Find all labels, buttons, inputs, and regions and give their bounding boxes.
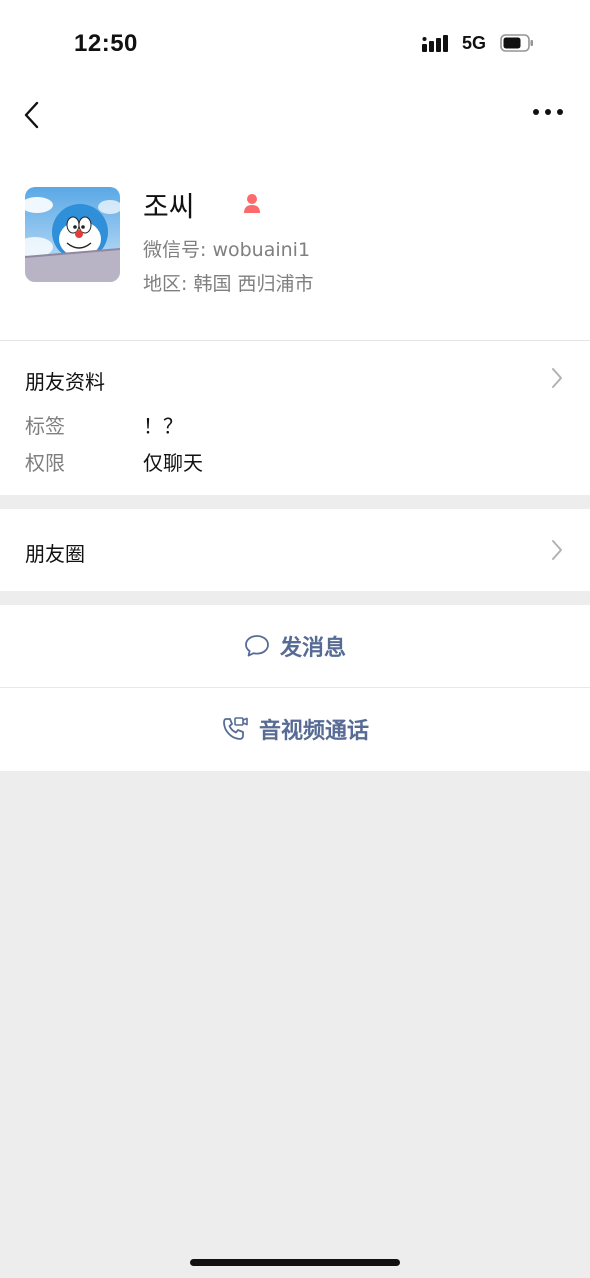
actions-section: 发消息 音视频通话 xyxy=(0,605,590,771)
send-message-label: 发消息 xyxy=(279,636,346,661)
send-message-button[interactable]: 发消息 xyxy=(0,605,590,687)
signal-icon xyxy=(422,35,448,52)
status-bar: 12:50 5G xyxy=(0,0,590,88)
region: 地区: 韩国 西归浦市 xyxy=(143,273,314,295)
battery-icon xyxy=(500,34,533,52)
female-icon xyxy=(244,194,260,213)
home-indicator xyxy=(190,1259,400,1266)
permission-value: 仅聊天 xyxy=(143,451,203,475)
contact-name: 조씨 xyxy=(143,190,195,223)
more-dots-icon[interactable] xyxy=(532,106,564,118)
profile-header: 조씨 微信号: wobuaini1 地区: 韩国 西归浦市 xyxy=(0,140,590,340)
tags-label: 标签 xyxy=(25,414,65,438)
permission-label: 权限 xyxy=(25,451,65,475)
video-call-button[interactable]: 音视频通话 xyxy=(0,688,590,770)
network-type: 5G xyxy=(462,33,487,53)
chevron-right-icon xyxy=(552,368,562,388)
status-time: 12:50 xyxy=(74,30,138,57)
avatar[interactable] xyxy=(25,187,120,282)
friend-info-title: 朋友资料 xyxy=(25,370,105,394)
chevron-right-icon xyxy=(552,540,562,560)
moments-row[interactable]: 朋友圈 xyxy=(0,509,590,591)
chevron-left-icon[interactable] xyxy=(20,100,44,130)
friend-info-section[interactable]: 朋友资料 标签 ！？ 权限 仅聊天 xyxy=(0,341,590,495)
phone-video-icon xyxy=(223,717,248,740)
video-call-label: 音视频通话 xyxy=(258,719,369,744)
moments-label: 朋友圈 xyxy=(25,542,85,566)
chat-bubble-icon xyxy=(245,635,269,657)
tags-value: ！？ xyxy=(143,414,183,438)
nav-bar xyxy=(0,88,590,140)
wechat-id: 微信号: wobuaini1 xyxy=(143,239,311,261)
